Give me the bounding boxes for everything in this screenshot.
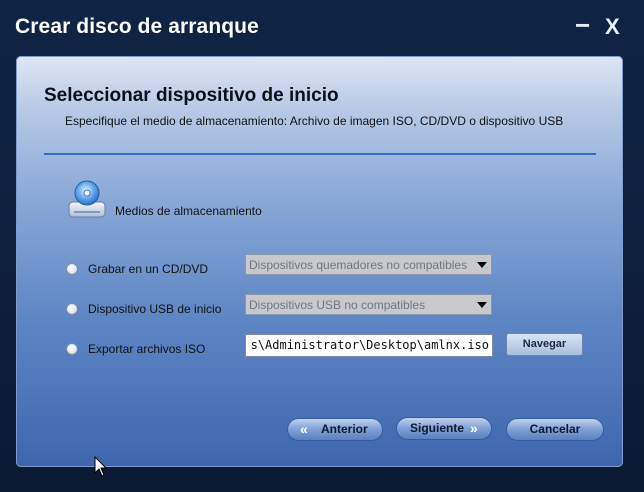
page-subtitle: Especifique el medio de almacenamiento: … (65, 114, 564, 128)
browse-button[interactable]: Navegar (506, 333, 583, 356)
next-label: Siguiente (410, 421, 465, 435)
minimize-button[interactable]: − (575, 10, 590, 41)
radio-burn-cd[interactable] (66, 263, 78, 275)
usb-device-select[interactable]: Dispositivos USB no compatibles (245, 294, 492, 315)
option-label-usb: Dispositivo USB de inicio (88, 302, 222, 316)
back-label: Anterior (321, 422, 368, 436)
disc-drive-icon (68, 180, 106, 218)
media-label: Medios de almacenamiento (115, 204, 262, 218)
mouse-pointer-icon (94, 456, 108, 477)
radio-export-iso[interactable] (66, 343, 78, 355)
next-button[interactable]: Siguiente » (396, 417, 492, 440)
cancel-button[interactable]: Cancelar (506, 418, 604, 441)
iso-path-input[interactable]: s\Administrator\Desktop\amlnx.iso (245, 334, 493, 357)
cancel-label: Cancelar (529, 422, 581, 436)
wizard-panel: Seleccionar dispositivo de inicio Especi… (16, 56, 623, 467)
chevron-down-icon (477, 302, 487, 308)
double-chevron-left-icon: « (300, 421, 308, 437)
usb-device-value: Dispositivos USB no compatibles (249, 298, 426, 312)
cd-device-value: Dispositivos quemadores no compatibles (249, 258, 468, 272)
page-title: Seleccionar dispositivo de inicio (44, 85, 339, 106)
option-label-iso: Exportar archivos ISO (88, 342, 206, 356)
cd-device-select[interactable]: Dispositivos quemadores no compatibles (245, 254, 492, 275)
radio-usb[interactable] (66, 303, 78, 315)
close-button[interactable]: X (605, 14, 620, 40)
back-button[interactable]: « Anterior (287, 418, 383, 441)
option-label-cd: Grabar en un CD/DVD (88, 262, 209, 276)
boot-disk-window: Crear disco de arranque − X Seleccionar … (0, 0, 644, 492)
window-title: Crear disco de arranque (15, 15, 259, 38)
title-bar[interactable]: Crear disco de arranque − X (0, 0, 644, 56)
chevron-down-icon (477, 262, 487, 268)
header-divider (44, 153, 596, 155)
double-chevron-right-icon: » (470, 420, 478, 436)
